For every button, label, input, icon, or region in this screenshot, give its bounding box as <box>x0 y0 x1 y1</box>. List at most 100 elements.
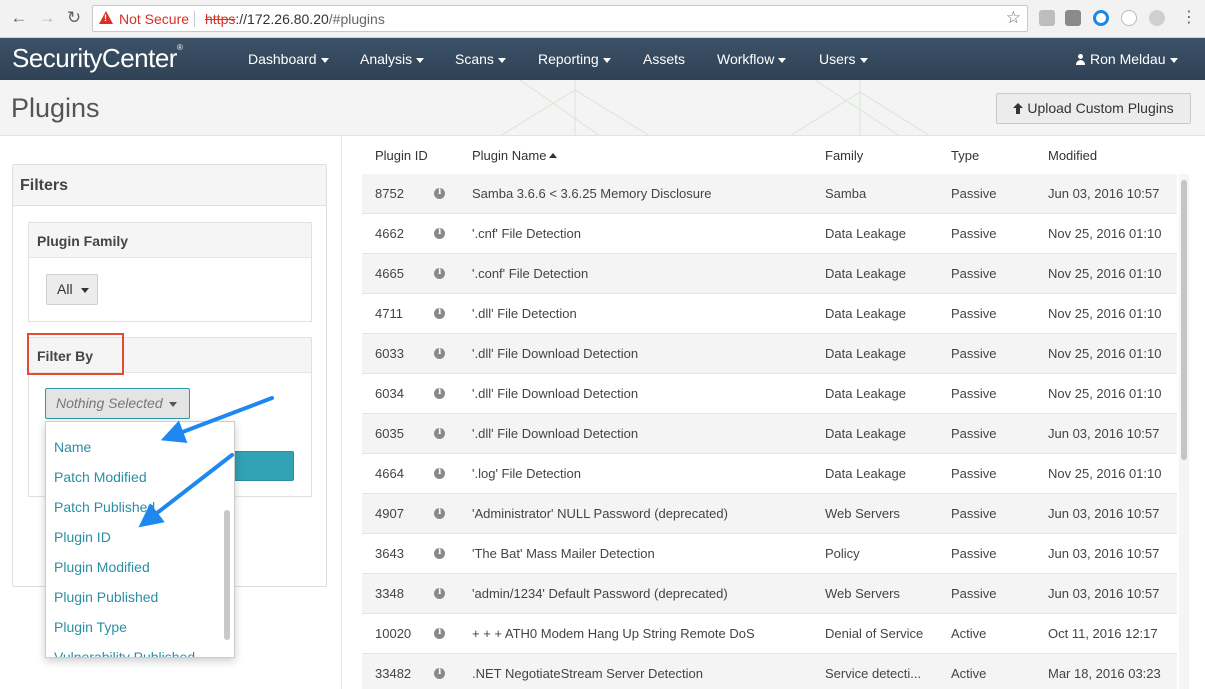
table-row[interactable]: 6034 '.dll' File Download Detection Data L… <box>362 374 1177 414</box>
option-name[interactable]: Name <box>54 439 91 455</box>
back-arrow-icon[interactable]: ← <box>8 7 30 29</box>
info-icon[interactable] <box>434 547 445 559</box>
menu-dashboard-label: Dashboard <box>248 51 317 67</box>
table-row[interactable]: 4907 'Administrator' NULL Password (depre… <box>362 494 1177 534</box>
table-row[interactable]: 3643 'The Bat' Mass Mailer Detection Polic… <box>362 534 1177 574</box>
table-row[interactable]: 3348 'admin/1234' Default Password (depre… <box>362 574 1177 614</box>
apply-button[interactable] <box>230 451 294 481</box>
cell-modified: Jun 03, 2016 10:57 <box>1048 506 1160 521</box>
cell-plugin-name: '.dll' File Download Detection <box>472 386 639 401</box>
column-plugin-name[interactable]: Plugin Name <box>472 148 558 163</box>
info-icon[interactable] <box>434 587 445 599</box>
table-scrollbar-thumb[interactable] <box>1181 180 1187 460</box>
cell-type: Passive <box>951 226 997 241</box>
plugin-family-header: Plugin Family <box>29 223 311 258</box>
table-row[interactable]: 4664 '.log' File Detection Data Leakage Pas… <box>362 454 1177 494</box>
info-icon[interactable] <box>434 307 445 319</box>
info-icon[interactable] <box>434 667 445 679</box>
cell-family: Web Servers <box>825 586 900 601</box>
option-patch-modified[interactable]: Patch Modified <box>54 469 147 485</box>
cell-family: Data Leakage <box>825 226 906 241</box>
table-row[interactable]: 6035 '.dll' File Download Detection Data L… <box>362 414 1177 454</box>
menu-users-label: Users <box>819 51 856 67</box>
menu-workflow[interactable]: Workflow <box>717 51 787 67</box>
option-plugin-id[interactable]: Plugin ID <box>54 529 111 545</box>
info-icon[interactable] <box>434 227 445 239</box>
cell-family: Data Leakage <box>825 306 906 321</box>
address-bar[interactable]: Not Secure https://172.26.80.20/#plugins… <box>92 5 1028 32</box>
table-row[interactable]: 10020 + + + ATH0 Modem Hang Up String Rem… <box>362 614 1177 654</box>
info-icon[interactable] <box>434 187 445 199</box>
extension-icon[interactable] <box>1065 10 1081 26</box>
url-text[interactable]: https://172.26.80.20/#plugins <box>205 11 385 27</box>
column-family[interactable]: Family <box>825 148 863 163</box>
cell-type: Passive <box>951 426 997 441</box>
user-menu[interactable]: Ron Meldau <box>1075 51 1178 67</box>
upload-custom-plugins-button[interactable]: Upload Custom Plugins <box>996 93 1191 124</box>
table-row[interactable]: 4662 '.cnf' File Detection Data Leakage Pas… <box>362 214 1177 254</box>
menu-reporting[interactable]: Reporting <box>538 51 611 67</box>
table-row[interactable]: 8752 Samba 3.6.6 < 3.6.25 Memory Disclosu… <box>362 174 1177 214</box>
page-title-bar: Plugins Upload Custom Plugins <box>0 80 1205 136</box>
extension-info-icon[interactable] <box>1121 10 1137 26</box>
filter-by-select[interactable]: Nothing Selected <box>45 388 190 419</box>
page-title: Plugins <box>11 93 100 123</box>
info-icon[interactable] <box>434 267 445 279</box>
plugin-family-select[interactable]: All <box>46 274 98 305</box>
sort-ascending-icon <box>549 153 558 158</box>
option-plugin-published[interactable]: Plugin Published <box>54 589 158 605</box>
browser-menu-icon[interactable]: ⋮ <box>1178 7 1200 29</box>
cell-plugin-name: '.dll' File Detection <box>472 306 577 321</box>
forward-arrow-icon[interactable]: → <box>36 7 58 29</box>
url-host: ://172.26.80.20 <box>235 11 329 27</box>
option-plugin-modified[interactable]: Plugin Modified <box>54 559 150 575</box>
column-type[interactable]: Type <box>951 148 979 163</box>
column-plugin-id[interactable]: Plugin ID <box>375 148 428 163</box>
table-row[interactable]: 4711 '.dll' File Detection Data Leakage Pas… <box>362 294 1177 334</box>
table-row[interactable]: 6033 '.dll' File Download Detection Data L… <box>362 334 1177 374</box>
table-scrollbar[interactable] <box>1179 174 1189 689</box>
menu-assets[interactable]: Assets <box>643 51 685 67</box>
cell-plugin-name: '.dll' File Download Detection <box>472 346 639 361</box>
menu-users[interactable]: Users <box>819 51 868 67</box>
extension-circle-icon[interactable] <box>1093 10 1109 26</box>
table-row[interactable]: 4665 '.conf' File Detection Data Leakage Pa… <box>362 254 1177 294</box>
reload-icon[interactable]: ↻ <box>63 7 85 29</box>
cell-plugin-id: 4665 <box>375 266 404 281</box>
browser-toolbar: ← → ↻ Not Secure https://172.26.80.20/#p… <box>0 0 1205 38</box>
cell-plugin-name: '.log' File Detection <box>472 466 582 481</box>
info-icon[interactable] <box>434 507 445 519</box>
extension-mute-icon[interactable] <box>1039 10 1055 26</box>
info-icon[interactable] <box>434 427 445 439</box>
filter-by-highlight <box>27 333 124 375</box>
cell-type: Passive <box>951 346 997 361</box>
info-icon[interactable] <box>434 467 445 479</box>
menu-dashboard[interactable]: Dashboard <box>248 51 329 67</box>
menu-analysis[interactable]: Analysis <box>360 51 425 67</box>
cell-family: Samba <box>825 186 867 201</box>
info-icon[interactable] <box>434 387 445 399</box>
option-vulnerability-published[interactable]: Vulnerability Published <box>54 649 195 657</box>
cell-type: Passive <box>951 586 997 601</box>
menu-analysis-label: Analysis <box>360 51 413 67</box>
extension-cloud-icon[interactable] <box>1149 10 1165 26</box>
table-row[interactable]: 33482 .NET NegotiateStream Server Detecti… <box>362 654 1177 689</box>
info-icon[interactable] <box>434 627 445 639</box>
info-icon[interactable] <box>434 347 445 359</box>
panel-divider <box>341 136 342 689</box>
menu-scans[interactable]: Scans <box>455 51 506 67</box>
column-modified[interactable]: Modified <box>1048 148 1097 163</box>
menu-assets-label: Assets <box>643 51 686 67</box>
plugin-family-label: Plugin Family <box>37 233 129 249</box>
cell-modified: Jun 03, 2016 10:57 <box>1048 586 1160 601</box>
dropdown-scrollbar[interactable] <box>224 510 230 640</box>
bookmark-star-icon[interactable]: ☆ <box>1006 8 1021 28</box>
cell-modified: Oct 11, 2016 12:17 <box>1048 626 1158 641</box>
security-status: Not Secure <box>119 11 190 27</box>
cell-modified: Mar 18, 2016 03:23 <box>1048 666 1161 681</box>
chevron-down-icon <box>168 401 177 407</box>
option-plugin-type[interactable]: Plugin Type <box>54 619 127 635</box>
cell-family: Data Leakage <box>825 386 906 401</box>
app-logo[interactable]: SecurityCenter® <box>12 43 183 74</box>
option-patch-published[interactable]: Patch Published <box>54 499 155 515</box>
